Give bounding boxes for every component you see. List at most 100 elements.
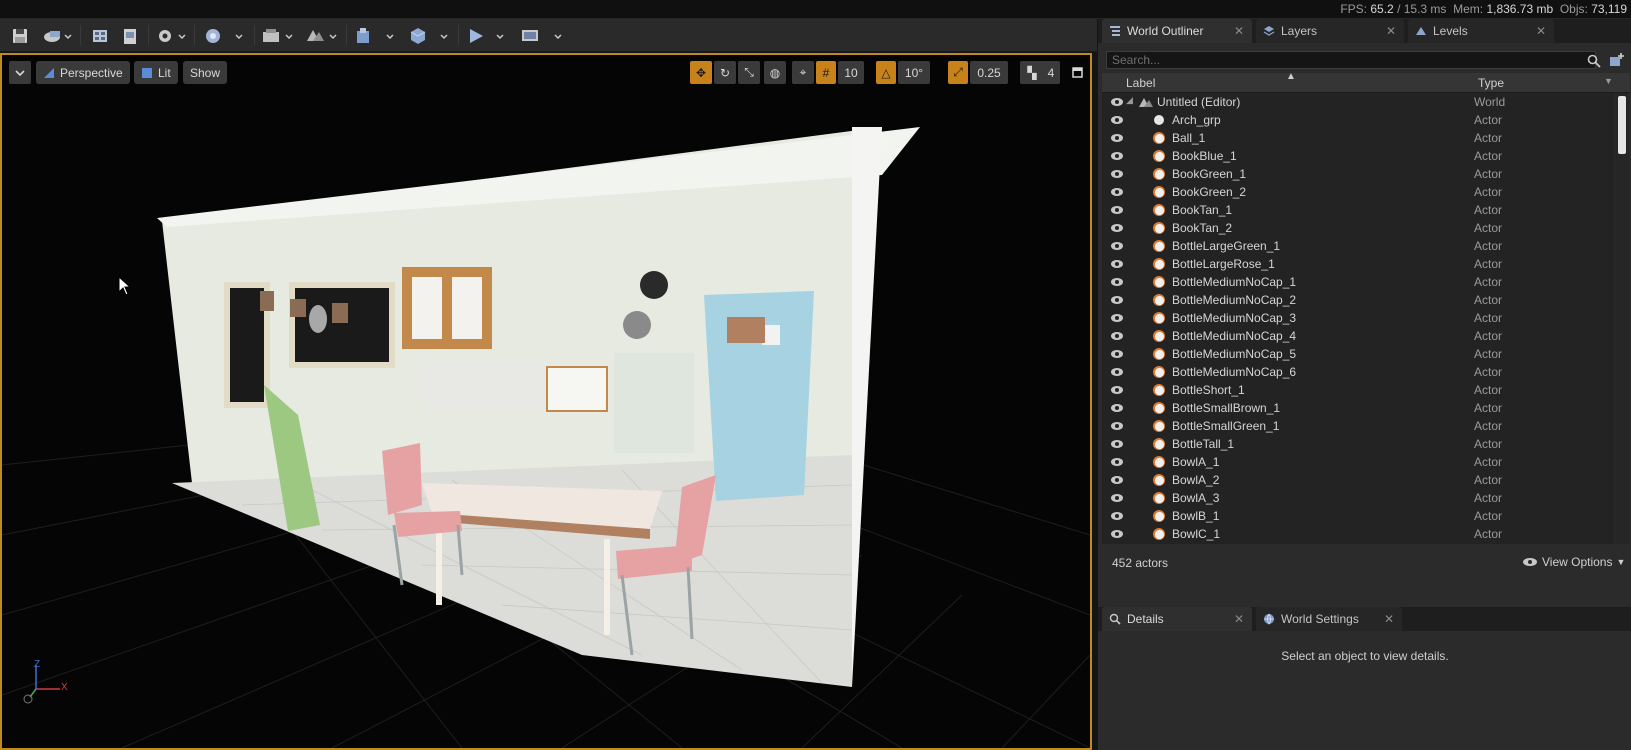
col-label[interactable]: Label <box>1126 76 1155 90</box>
eye-icon[interactable] <box>1110 439 1124 449</box>
show-button[interactable]: Show <box>183 61 228 84</box>
camera-speed-icon[interactable]: ▚ <box>1020 61 1044 84</box>
eye-icon[interactable] <box>1110 259 1124 269</box>
settings-icon[interactable] <box>154 23 188 48</box>
eye-icon[interactable] <box>1110 295 1124 305</box>
list-item[interactable]: BottleShort_1 Actor <box>1102 381 1614 399</box>
cinematics-icon[interactable] <box>260 23 296 48</box>
play-icon[interactable] <box>464 23 510 48</box>
list-item[interactable]: BottleLargeGreen_1 Actor <box>1102 237 1614 255</box>
close-icon[interactable]: ✕ <box>1384 612 1394 626</box>
scale-snap-value[interactable]: 0.25 <box>970 61 1008 84</box>
eye-icon[interactable] <box>1110 475 1124 485</box>
eye-icon[interactable] <box>1110 205 1124 215</box>
list-item[interactable]: BookTan_1 Actor <box>1102 201 1614 219</box>
list-item[interactable]: BookTan_2 Actor <box>1102 219 1614 237</box>
perspective-button[interactable]: Perspective <box>36 61 130 84</box>
list-item[interactable]: BottleMediumNoCap_1 Actor <box>1102 273 1614 291</box>
scale-snap-icon[interactable]: ⤢ <box>948 61 968 84</box>
lit-button[interactable]: Lit <box>134 61 178 84</box>
marketplace-icon[interactable] <box>118 23 142 48</box>
close-icon[interactable]: ✕ <box>1536 24 1546 38</box>
list-item[interactable]: BottleMediumNoCap_4 Actor <box>1102 327 1614 345</box>
eye-icon[interactable] <box>1110 529 1124 539</box>
eye-icon[interactable] <box>1110 457 1124 467</box>
eye-icon[interactable] <box>1110 331 1124 341</box>
surface-snap-icon[interactable]: ⌖ <box>792 61 814 84</box>
close-icon[interactable]: ✕ <box>1386 24 1396 38</box>
eye-icon[interactable] <box>1110 133 1124 143</box>
tab-world-settings[interactable]: World Settings ✕ <box>1256 607 1402 631</box>
eye-icon[interactable] <box>1110 421 1124 431</box>
eye-icon[interactable] <box>1110 151 1124 161</box>
build-icon[interactable] <box>304 23 340 48</box>
list-item[interactable]: BowlA_1 Actor <box>1102 453 1614 471</box>
grid-snap-value[interactable]: 10 <box>838 61 864 84</box>
eye-icon[interactable] <box>1110 241 1124 251</box>
close-icon[interactable]: ✕ <box>1234 612 1244 626</box>
col-type[interactable]: Type <box>1478 76 1504 90</box>
create-folder-icon[interactable] <box>1608 51 1626 69</box>
list-item[interactable]: BottleMediumNoCap_6 Actor <box>1102 363 1614 381</box>
list-item[interactable]: BottleMediumNoCap_2 Actor <box>1102 291 1614 309</box>
scene-render[interactable] <box>2 55 1090 748</box>
content-icon[interactable] <box>88 23 112 48</box>
eye-icon[interactable] <box>1110 385 1124 395</box>
list-item[interactable]: BowlA_2 Actor <box>1102 471 1614 489</box>
list-item[interactable]: BottleLargeRose_1 Actor <box>1102 255 1614 273</box>
expand-arrow-icon[interactable]: ◢ <box>1126 95 1133 106</box>
blueprints-icon[interactable] <box>200 23 248 48</box>
list-item[interactable]: Ball_1 Actor <box>1102 129 1614 147</box>
eye-icon[interactable] <box>1110 367 1124 377</box>
list-item[interactable]: BowlA_3 Actor <box>1102 489 1614 507</box>
eye-icon[interactable] <box>1110 511 1124 521</box>
list-item[interactable]: BottleSmallBrown_1 Actor <box>1102 399 1614 417</box>
list-item[interactable]: Arch_grp Actor <box>1102 111 1614 129</box>
list-item[interactable]: BowlC_1 Actor <box>1102 525 1614 543</box>
list-item[interactable]: BottleMediumNoCap_5 Actor <box>1102 345 1614 363</box>
list-item[interactable]: BookGreen_1 Actor <box>1102 165 1614 183</box>
eye-icon[interactable] <box>1110 313 1124 323</box>
tab-layers[interactable]: Layers ✕ <box>1256 19 1404 43</box>
save-icon[interactable] <box>8 23 32 48</box>
compile-icon[interactable] <box>352 23 398 48</box>
camera-speed-value[interactable]: 4 <box>1042 61 1060 84</box>
device-launch-icon[interactable] <box>518 23 568 48</box>
eye-icon[interactable] <box>1110 97 1124 107</box>
outliner-scrollbar[interactable] <box>1615 93 1629 544</box>
outliner-list[interactable]: ◢ Untitled (Editor) World Arch_grp Actor B… <box>1102 93 1614 544</box>
eye-icon[interactable] <box>1110 403 1124 413</box>
list-item[interactable]: BottleTall_1 Actor <box>1102 435 1614 453</box>
type-dropdown-icon[interactable]: ▼ <box>1604 76 1613 86</box>
scrollbar-thumb[interactable] <box>1618 96 1626 154</box>
tab-levels[interactable]: Levels ✕ <box>1408 19 1554 43</box>
outliner-search-input[interactable]: Search... <box>1106 51 1596 69</box>
eye-icon[interactable] <box>1110 349 1124 359</box>
eye-icon[interactable] <box>1110 169 1124 179</box>
eye-icon[interactable] <box>1110 493 1124 503</box>
search-icon[interactable] <box>1587 54 1601 68</box>
list-item[interactable]: BowlB_1 Actor <box>1102 507 1614 525</box>
launch-icon[interactable] <box>406 23 452 48</box>
world-local-icon[interactable]: ◍ <box>764 61 786 84</box>
eye-icon[interactable] <box>1110 187 1124 197</box>
source-control-icon[interactable] <box>40 23 74 48</box>
maximize-viewport-icon[interactable] <box>1068 61 1086 84</box>
level-viewport[interactable]: Perspective Lit Show ✥ ↻ ⤡ ◍ ⌖ # 10 △ 10… <box>0 53 1092 750</box>
tab-details[interactable]: Details ✕ <box>1102 607 1252 631</box>
grid-snap-icon[interactable]: # <box>816 61 836 84</box>
translate-tool-icon[interactable]: ✥ <box>690 61 712 84</box>
list-item[interactable]: BookGreen_2 Actor <box>1102 183 1614 201</box>
list-item-root[interactable]: ◢ Untitled (Editor) World <box>1102 93 1614 111</box>
eye-icon[interactable] <box>1110 115 1124 125</box>
list-item[interactable]: BottleMediumNoCap_3 Actor <box>1102 309 1614 327</box>
tab-world-outliner[interactable]: World Outliner ✕ <box>1102 19 1252 43</box>
eye-icon[interactable] <box>1110 223 1124 233</box>
list-item[interactable]: BookBlue_1 Actor <box>1102 147 1614 165</box>
view-options-button[interactable]: View Options ▼ <box>1522 555 1625 569</box>
eye-icon[interactable] <box>1110 277 1124 287</box>
rotate-tool-icon[interactable]: ↻ <box>714 61 736 84</box>
rotation-snap-icon[interactable]: △ <box>876 61 896 84</box>
close-icon[interactable]: ✕ <box>1234 24 1244 38</box>
scale-tool-icon[interactable]: ⤡ <box>738 61 760 84</box>
